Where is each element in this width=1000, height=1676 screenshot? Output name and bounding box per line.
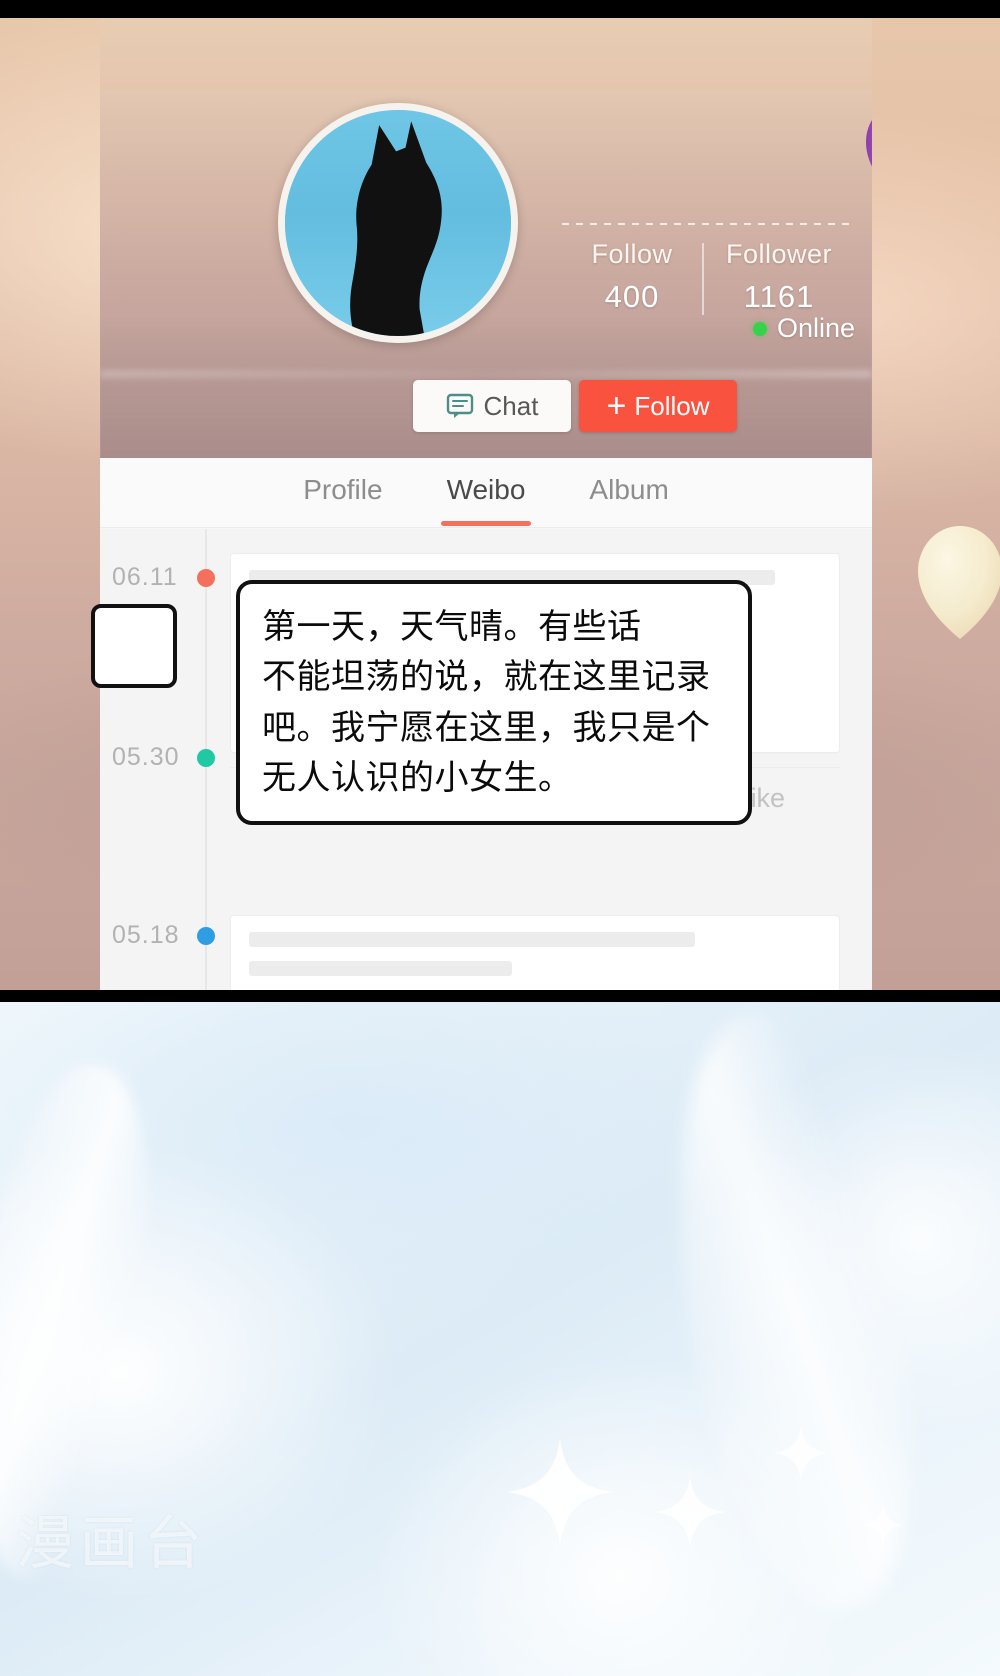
speaker-tag-box bbox=[91, 604, 177, 688]
phone-screen: Follow 400 Follower 1161 Online Chat + F… bbox=[100, 18, 872, 990]
pale-balloon-icon bbox=[918, 526, 1000, 639]
sparkle-icon bbox=[862, 1504, 904, 1546]
chat-button[interactable]: Chat bbox=[413, 380, 571, 432]
bubble-line: 吧。我宁愿在这里，我只是个 bbox=[262, 707, 711, 748]
stat-follow[interactable]: Follow 400 bbox=[562, 239, 702, 315]
post-timeline-dot-icon bbox=[197, 927, 215, 945]
profile-stats: Follow 400 Follower 1161 bbox=[562, 223, 862, 315]
top-black-bar bbox=[0, 0, 1000, 18]
online-dot-icon bbox=[753, 321, 767, 336]
tab-weibo-label: Weibo bbox=[446, 473, 526, 505]
sparkle-icon bbox=[654, 1476, 726, 1548]
comic-page: Follow 400 Follower 1161 Online Chat + F… bbox=[0, 0, 1000, 1676]
post-timeline-dot-icon bbox=[197, 569, 215, 587]
profile-tabbar: Profile Weibo Album bbox=[100, 458, 872, 528]
follow-button[interactable]: + Follow bbox=[579, 380, 737, 432]
watermark: 漫画台 bbox=[16, 1509, 209, 1577]
profile-action-buttons: Chat + Follow bbox=[413, 380, 737, 432]
post-timeline-dot-icon bbox=[197, 749, 215, 767]
stat-follow-label: Follow bbox=[591, 239, 673, 269]
stat-follower-label: Follower bbox=[725, 239, 833, 269]
tab-album[interactable]: Album bbox=[589, 474, 668, 512]
status-badge: Online bbox=[753, 313, 855, 344]
bubble-line: 不能坦荡的说，就在这里记录 bbox=[262, 657, 711, 698]
plus-icon: + bbox=[606, 387, 627, 425]
stat-follower-value: 1161 bbox=[743, 279, 815, 314]
chat-bubble-icon bbox=[446, 393, 473, 418]
panel-two-sky: 第二天，天很蓝。天啊， 面对他，我要很努力， 才能保持理智。 漫画台 bbox=[0, 1002, 1000, 1676]
tab-weibo[interactable]: Weibo bbox=[440, 473, 532, 526]
middle-black-bar bbox=[0, 990, 1000, 1002]
status-label: Online bbox=[777, 313, 856, 343]
stat-follow-value: 400 bbox=[604, 279, 660, 314]
avatar[interactable] bbox=[278, 103, 518, 343]
cover-sky-band bbox=[100, 18, 872, 90]
tab-album-label: Album bbox=[589, 473, 669, 505]
panel-one-phone-screenshot: Follow 400 Follower 1161 Online Chat + F… bbox=[0, 18, 1000, 990]
tab-profile-label: Profile bbox=[303, 473, 383, 505]
follow-button-label: Follow bbox=[634, 390, 710, 421]
stat-follower[interactable]: Follower 1161 bbox=[704, 239, 854, 315]
sparkle-icon bbox=[773, 1425, 829, 1481]
chat-button-label: Chat bbox=[483, 390, 539, 421]
cat-silhouette-icon bbox=[350, 121, 442, 336]
stats-dashed-rule bbox=[562, 223, 852, 225]
tab-profile[interactable]: Profile bbox=[303, 474, 382, 512]
sparkle-icon bbox=[506, 1438, 614, 1546]
tab-active-indicator bbox=[440, 520, 532, 526]
post-card[interactable] bbox=[230, 915, 840, 990]
speech-bubble-first: 第一天，天气晴。有些话 不能坦荡的说，就在这里记录 吧。我宁愿在这里，我只是个 … bbox=[236, 580, 752, 826]
hot-air-balloon-icon bbox=[866, 120, 872, 167]
bubble-line: 第一天，天气晴。有些话 bbox=[262, 607, 642, 647]
bubble-line: 无人认识的小女生。 bbox=[262, 757, 573, 798]
